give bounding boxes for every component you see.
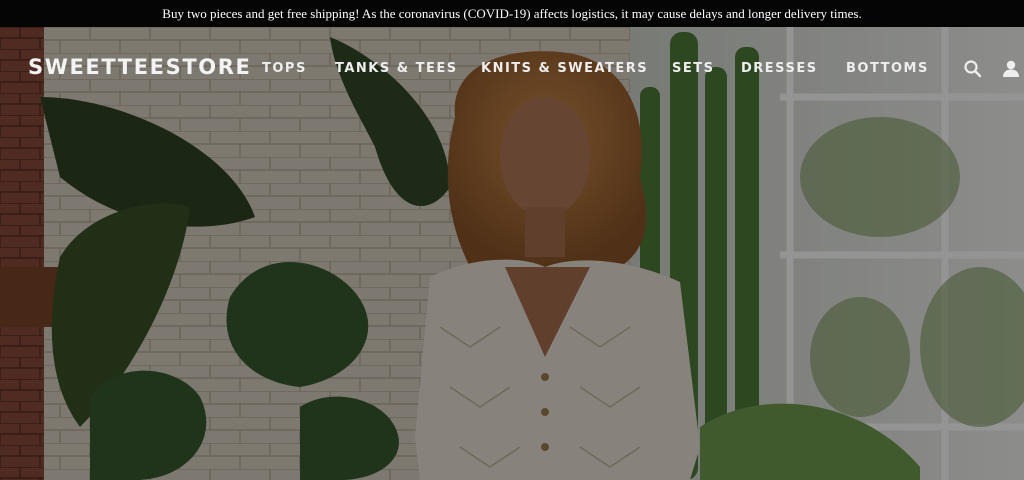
nav-item-tanks-tees[interactable]: TANKS & TEES [335,61,458,76]
announcement-text: Buy two pieces and get free shipping! As… [162,5,862,21]
nav-item-knits-sweaters[interactable]: KNITS & SWEATERS [481,61,648,76]
nav-item-dresses[interactable]: DRESSES [741,61,818,76]
nav-item-bottoms[interactable]: BOTTOMS [846,61,929,76]
nav-item-sets[interactable]: SETS [672,61,714,76]
announcement-bar: Buy two pieces and get free shipping! As… [0,0,1024,27]
user-icon[interactable] [1001,59,1021,79]
store-logo[interactable]: SWEETTEESTORE [28,55,251,79]
search-icon[interactable] [963,59,983,79]
main-navigation: SWEETTEESTORE TOPS TANKS & TEES KNITS & … [0,27,1024,111]
nav-item-tops[interactable]: TOPS [262,61,307,76]
